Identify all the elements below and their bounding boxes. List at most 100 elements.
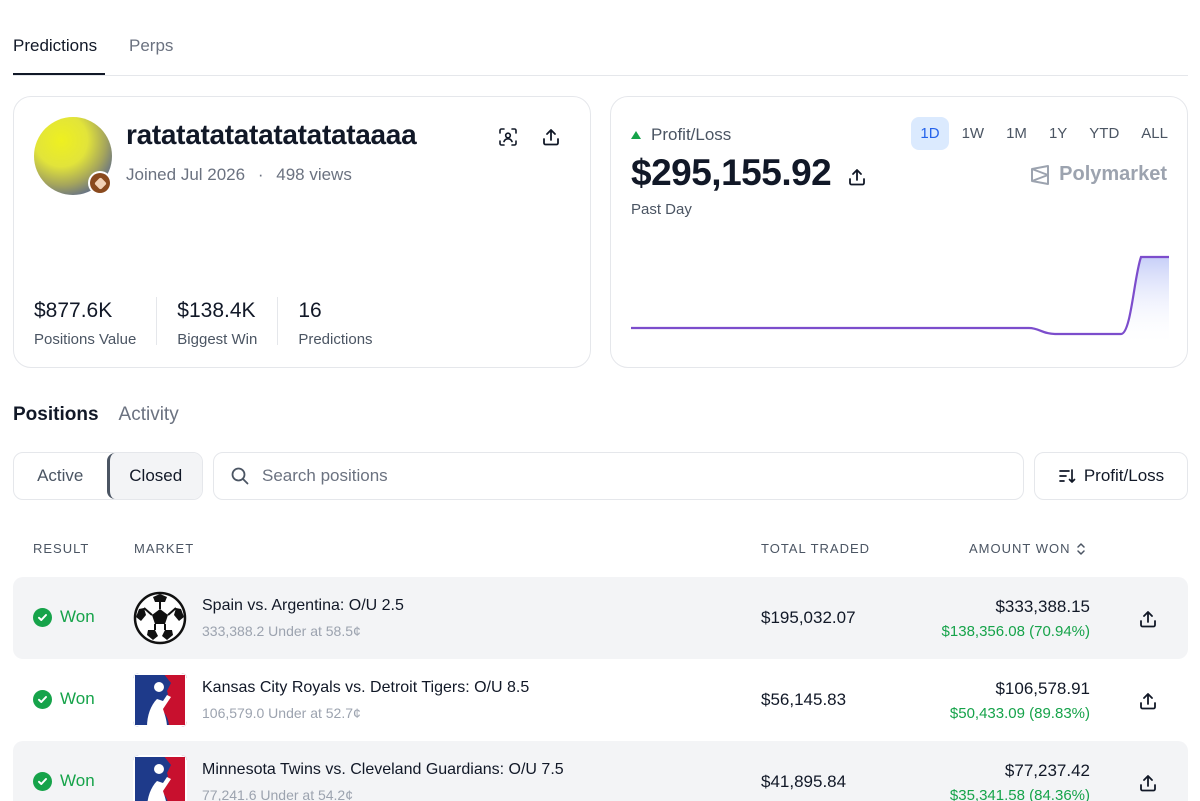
share-pnl-button[interactable] <box>843 163 871 191</box>
stat-biggest-win: $138.4K Biggest Win <box>177 297 279 348</box>
range-tab-all[interactable]: ALL <box>1132 117 1177 150</box>
polymarket-logo-icon <box>1031 164 1050 185</box>
pnl-chart-area <box>1121 257 1169 347</box>
total-traded: $56,145.83 <box>761 690 847 709</box>
rank-badge-icon <box>88 171 112 195</box>
market-subtitle: 77,241.6 Under at 54.2¢ <box>202 787 354 801</box>
profit-amount: $35,341.58 (84.36%) <box>949 787 1090 801</box>
pnl-period: Past Day <box>631 201 692 218</box>
column-total-traded: TOTAL TRADED <box>761 541 871 556</box>
table-row[interactable]: Won Spain vs. Argentina: O/U 2.5 333,388… <box>13 577 1188 659</box>
stat-predictions: 16 Predictions <box>298 297 392 348</box>
sort-icon <box>1058 469 1076 483</box>
profile-meta: Joined Jul 2026 · 498 views <box>126 165 352 185</box>
amount-won: $106,578.91 <box>995 679 1090 698</box>
tab-predictions[interactable]: Predictions <box>13 36 97 56</box>
amount-won: $333,388.15 <box>995 597 1090 616</box>
market-title[interactable]: Spain vs. Argentina: O/U 2.5 <box>202 597 404 615</box>
check-circle-icon <box>33 607 52 627</box>
scan-profile-button[interactable] <box>494 123 522 151</box>
filter-active-button[interactable]: Active <box>14 453 107 499</box>
pnl-amount: $295,155.92 <box>631 152 832 193</box>
meta-separator: · <box>257 165 264 184</box>
share-icon <box>1140 693 1156 710</box>
column-market: MARKET <box>134 541 195 556</box>
result-status: Won <box>33 689 95 709</box>
view-count: 498 views <box>276 165 352 184</box>
active-tab-indicator <box>13 73 105 75</box>
share-position-button[interactable] <box>1134 605 1162 633</box>
share-icon <box>849 169 865 186</box>
range-tab-1m[interactable]: 1M <box>997 117 1036 150</box>
range-tab-1w[interactable]: 1W <box>953 117 994 150</box>
share-position-button[interactable] <box>1134 769 1162 797</box>
share-position-button[interactable] <box>1134 687 1162 715</box>
status-filter: Active Closed <box>13 452 203 500</box>
top-tabs: Predictions Perps <box>13 0 1188 76</box>
pnl-chart <box>631 255 1169 347</box>
stat-label: Predictions <box>298 331 373 348</box>
search-input[interactable] <box>262 466 962 486</box>
search-box <box>213 452 1024 500</box>
scan-icon <box>499 128 517 146</box>
joined-date: Joined Jul 2026 <box>126 165 246 184</box>
market-subtitle: 106,579.0 Under at 52.7¢ <box>202 705 361 721</box>
positions-section-tabs: Positions Activity <box>13 404 179 426</box>
sort-button[interactable]: Profit/Loss <box>1034 452 1188 500</box>
stat-label: Biggest Win <box>177 331 258 348</box>
share-icon <box>543 129 559 146</box>
pnl-label-text: Profit/Loss <box>651 125 732 144</box>
table-row[interactable]: Won Minnesota Twins vs. Cleveland Guardi… <box>13 741 1188 801</box>
result-label: Won <box>60 607 95 626</box>
up-triangle-icon <box>631 131 641 139</box>
stat-value: 16 <box>298 299 322 322</box>
result-status: Won <box>33 607 95 627</box>
result-label: Won <box>60 689 95 708</box>
column-result: RESULT <box>33 541 90 556</box>
sort-toggle-icon <box>1077 542 1086 555</box>
search-icon <box>231 467 249 485</box>
profile-stats: $877.6K Positions Value $138.4K Biggest … <box>34 297 413 348</box>
mlb-logo-icon <box>133 673 187 727</box>
range-tab-1y[interactable]: 1Y <box>1040 117 1076 150</box>
market-title[interactable]: Minnesota Twins vs. Cleveland Guardians:… <box>202 761 564 779</box>
share-profile-button[interactable] <box>537 123 565 151</box>
username: ratatatatatatatatataaaa <box>126 119 417 150</box>
column-amount-won[interactable]: AMOUNT WON <box>969 541 1086 556</box>
result-status: Won <box>33 771 95 791</box>
table-row[interactable]: Won Kansas City Royals vs. Detroit Tiger… <box>13 659 1188 741</box>
brand: Polymarket <box>1029 163 1167 186</box>
total-traded: $195,032.07 <box>761 608 856 627</box>
pnl-label: Profit/Loss <box>631 125 731 145</box>
total-traded: $41,895.84 <box>761 772 847 791</box>
stat-value: $138.4K <box>177 299 256 322</box>
column-amount-won-label: AMOUNT WON <box>969 541 1071 556</box>
range-tab-1d[interactable]: 1D <box>911 117 949 150</box>
sort-label: Profit/Loss <box>1083 466 1165 485</box>
tab-activity[interactable]: Activity <box>119 404 179 426</box>
stat-label: Positions Value <box>34 331 137 348</box>
check-circle-icon <box>33 771 52 791</box>
check-circle-icon <box>33 689 52 709</box>
range-tab-ytd[interactable]: YTD <box>1080 117 1128 150</box>
share-icon <box>1140 611 1156 628</box>
pnl-chart-line <box>631 255 1169 336</box>
profit-amount: $138,356.08 (70.94%) <box>941 623 1090 640</box>
mlb-logo-icon <box>133 755 187 801</box>
amount-won: $77,237.42 <box>1004 761 1090 780</box>
market-subtitle: 333,388.2 Under at 58.5¢ <box>202 623 361 639</box>
market-title[interactable]: Kansas City Royals vs. Detroit Tigers: O… <box>202 679 529 697</box>
pnl-card: Profit/Loss $295,155.92 Past Day 1D 1W 1… <box>610 96 1188 368</box>
brand-name: Polymarket <box>1059 163 1167 185</box>
profit-amount: $50,433.09 (89.83%) <box>949 705 1090 722</box>
filter-closed-button[interactable]: Closed <box>106 453 202 499</box>
tab-positions[interactable]: Positions <box>13 404 99 426</box>
soccer-ball-icon <box>133 591 187 645</box>
stat-value: $877.6K <box>34 299 113 322</box>
range-tabs: 1D 1W 1M 1Y YTD ALL <box>911 117 1177 150</box>
share-icon <box>1140 775 1156 792</box>
tab-perps[interactable]: Perps <box>129 36 173 56</box>
profile-card: ratatatatatatatatataaaa Joined Jul 2026 … <box>13 96 591 368</box>
result-label: Won <box>60 771 95 790</box>
stat-positions-value: $877.6K Positions Value <box>34 297 158 348</box>
